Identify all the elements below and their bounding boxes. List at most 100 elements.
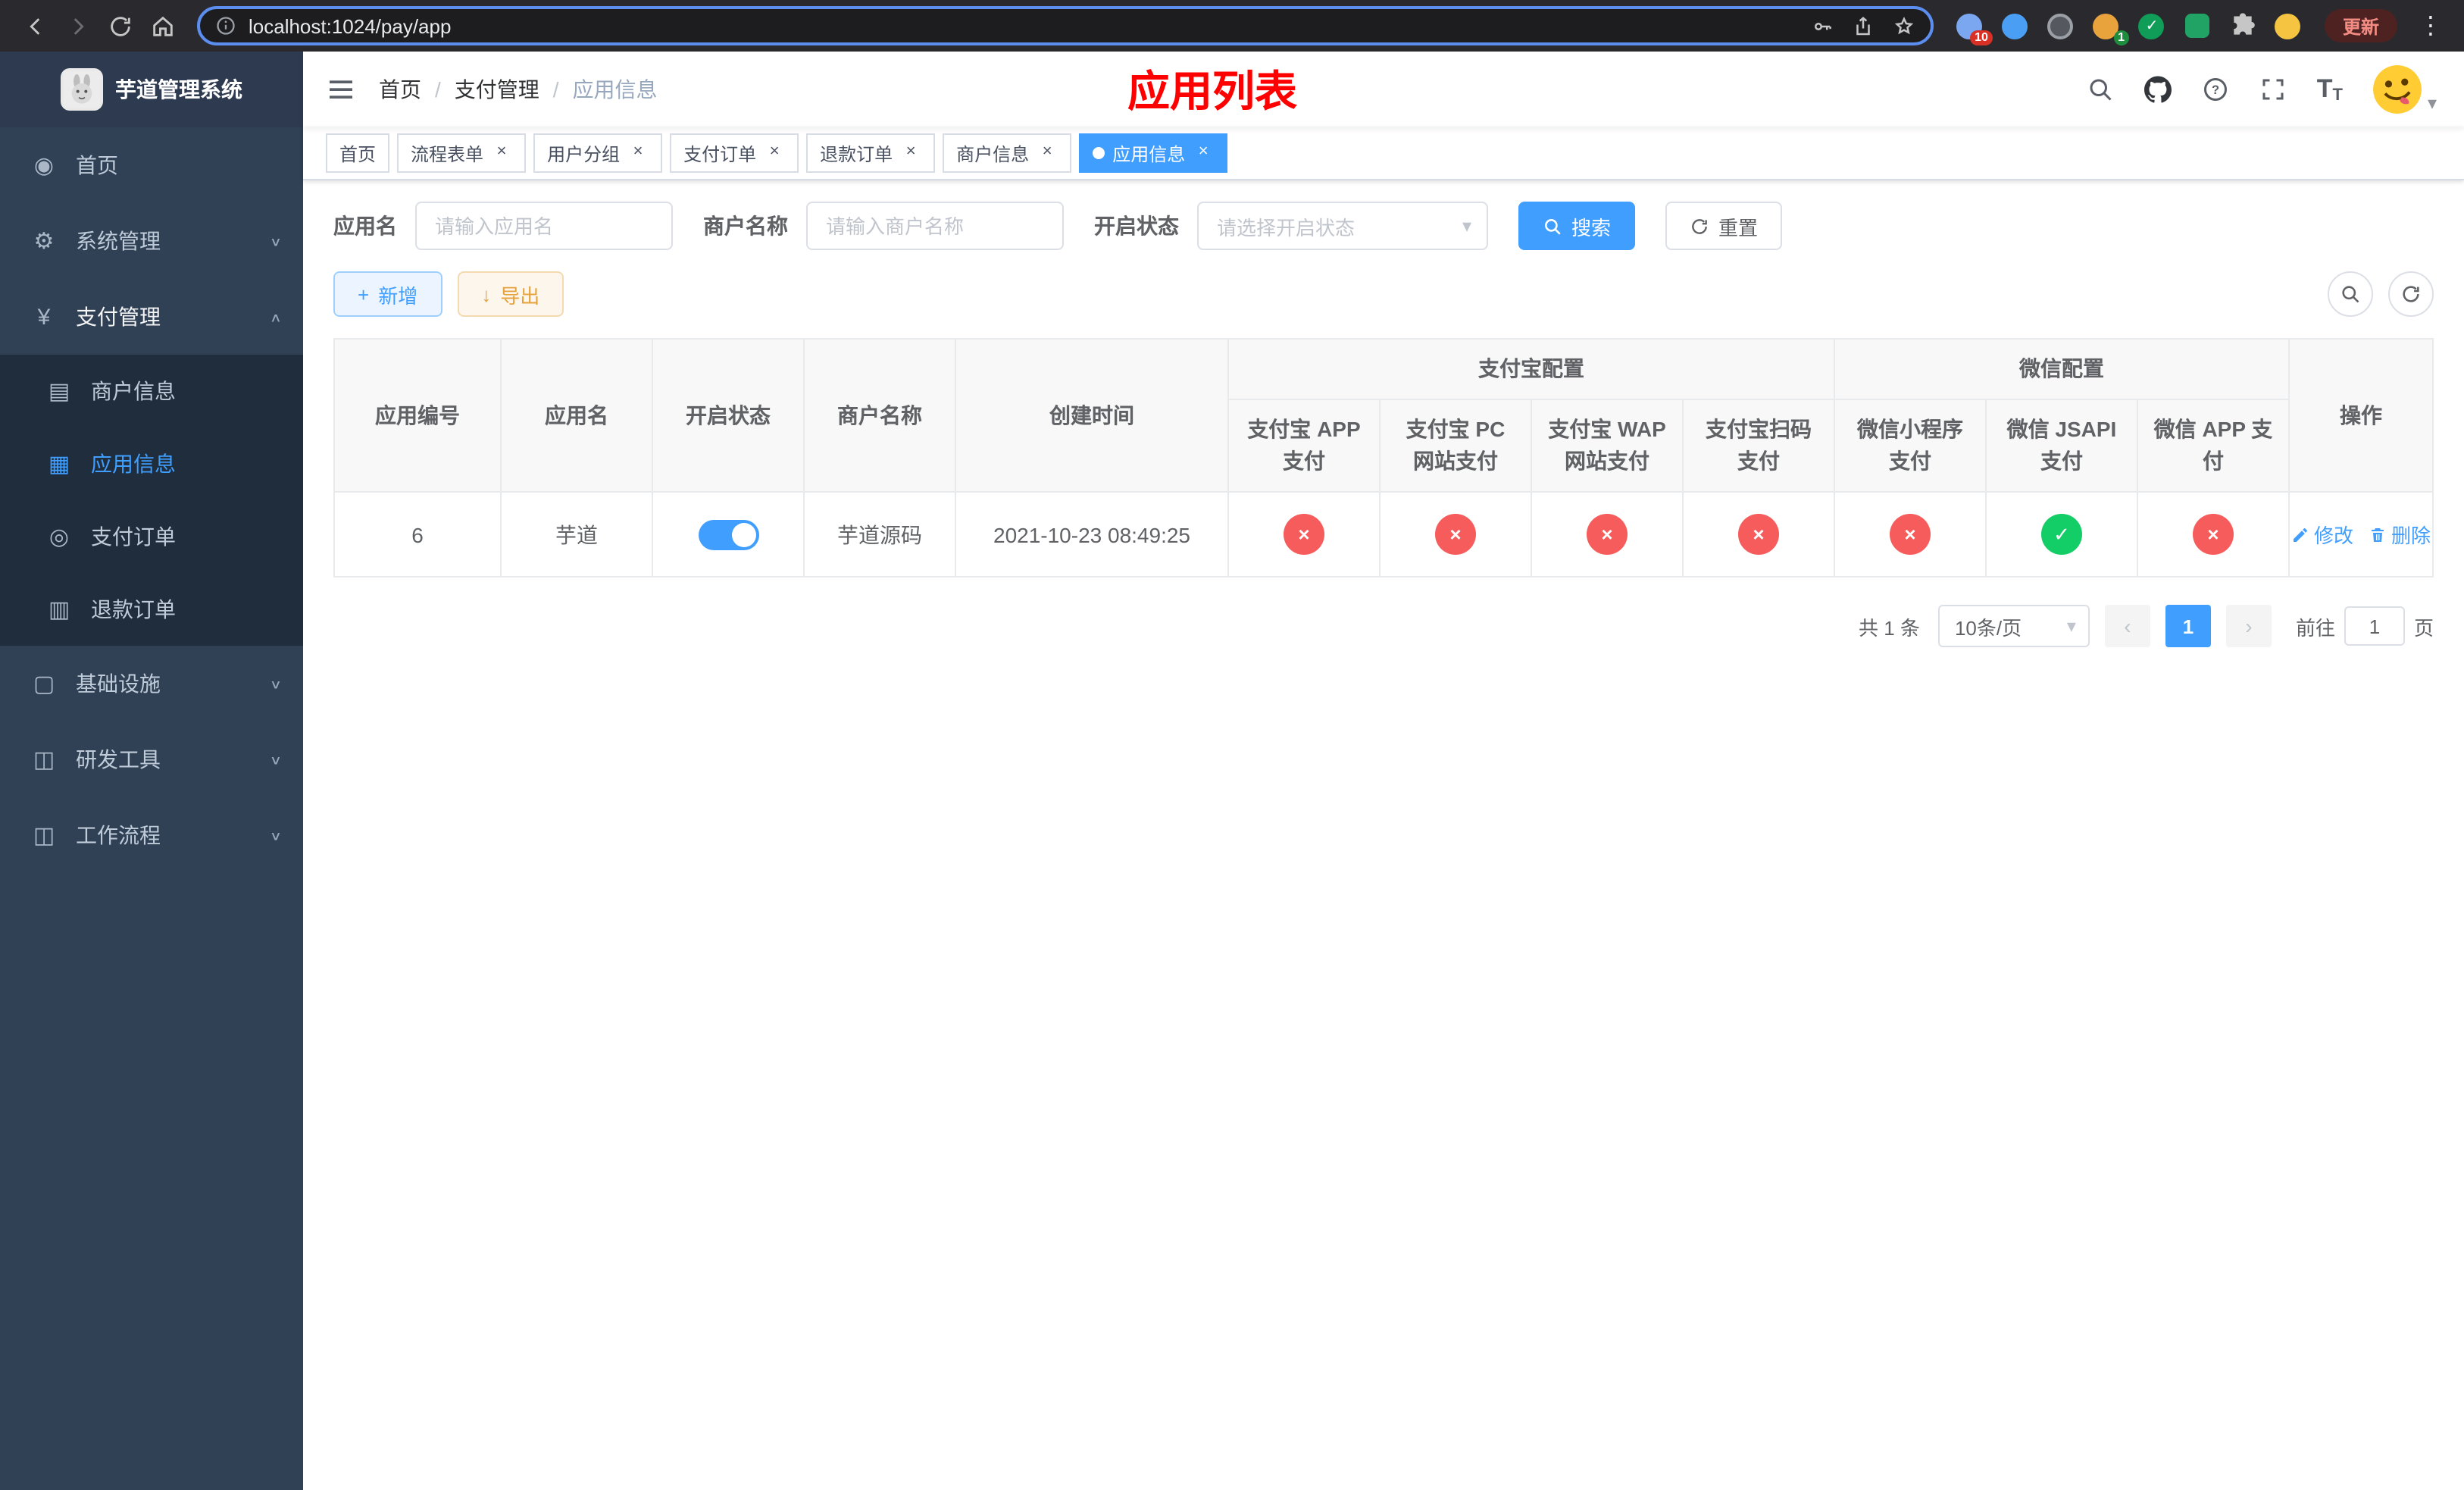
- export-button[interactable]: ↓ 导出: [457, 271, 564, 317]
- search-icon[interactable]: [2087, 76, 2114, 103]
- breadcrumb-separator: /: [552, 77, 559, 102]
- close-icon[interactable]: ×: [1037, 142, 1058, 164]
- address-bar[interactable]: localhost:1024/pay/app: [197, 6, 1934, 45]
- sidebar-item-label: 基础设施: [76, 671, 161, 696]
- bookmark-star-icon[interactable]: [1893, 14, 1915, 37]
- sidebar-item-merchant-info[interactable]: ▤ 商户信息: [0, 355, 303, 427]
- app-grid-icon: ▦: [48, 452, 70, 477]
- site-info-icon[interactable]: [215, 15, 236, 36]
- extension-icon-5[interactable]: ✓: [2137, 11, 2167, 41]
- font-size-big: T: [2316, 74, 2333, 103]
- breadcrumb-home[interactable]: 首页: [379, 74, 421, 105]
- trash-icon: [2372, 527, 2384, 541]
- chevron-down-icon: ∨: [269, 753, 282, 767]
- extensions-area: 10 1 ✓ 更新 ⋮: [1949, 9, 2449, 45]
- tab-app-info[interactable]: 应用信息 ×: [1079, 133, 1228, 173]
- tab-label: 商户信息: [956, 143, 1030, 164]
- user-menu[interactable]: ▾: [2372, 65, 2437, 114]
- chevron-up-icon: ∧: [269, 310, 282, 324]
- github-icon[interactable]: [2143, 76, 2172, 103]
- home-button[interactable]: [142, 6, 182, 45]
- tab-home[interactable]: 首页: [326, 133, 390, 173]
- close-icon[interactable]: ×: [900, 142, 921, 164]
- refresh-icon: [1692, 218, 1707, 233]
- pencil-icon: [2294, 527, 2307, 541]
- reset-button[interactable]: 重置: [1665, 202, 1783, 250]
- extension-icon-3[interactable]: [2046, 11, 2076, 41]
- refresh-table-button[interactable]: [2388, 271, 2434, 317]
- close-icon[interactable]: ×: [491, 142, 512, 164]
- status-select[interactable]: 请选择开启状态 ▾: [1197, 202, 1488, 250]
- close-icon[interactable]: ×: [627, 142, 649, 164]
- sidebar-item-app-info[interactable]: ▦ 应用信息: [0, 427, 303, 500]
- extension-icon-6[interactable]: [2182, 11, 2212, 41]
- tab-pay-order[interactable]: 支付订单 ×: [670, 133, 799, 173]
- status-cross-icon: ×: [1284, 514, 1324, 555]
- toggle-search-button[interactable]: [2328, 271, 2373, 317]
- sidebar-item-refund-order[interactable]: ▥ 退款订单: [0, 573, 303, 646]
- edit-link[interactable]: 修改: [2291, 520, 2353, 549]
- sidebar-item-pay-order[interactable]: ◎ 支付订单: [0, 500, 303, 573]
- delete-link[interactable]: 删除: [2369, 520, 2431, 549]
- tab-merchant-info[interactable]: 商户信息 ×: [943, 133, 1072, 173]
- caret-down-icon: ▾: [2066, 615, 2076, 637]
- hamburger-icon[interactable]: [303, 52, 379, 127]
- tags-view: 首页 流程表单 × 用户分组 × 支付订单 × 退款订单 × 商户信息 × 应用…: [303, 127, 2464, 180]
- logo-rabbit-icon: [61, 68, 103, 111]
- plus-icon: +: [358, 283, 370, 305]
- app-title: 芋道管理系统: [115, 77, 242, 102]
- breadcrumb: 首页 / 支付管理 / 应用信息: [379, 74, 658, 105]
- sidebar-item-home[interactable]: ◉ 首页: [0, 127, 303, 203]
- extension-icon-2[interactable]: [2000, 11, 2031, 41]
- font-size-small: T: [2332, 86, 2343, 105]
- app-name-input[interactable]: [415, 202, 673, 250]
- sidebar-item-workflow[interactable]: ◫ 工作流程 ∨: [0, 797, 303, 873]
- extension-icon-1[interactable]: 10: [1955, 11, 1993, 45]
- col-group-wechat: 微信配置: [1833, 338, 2290, 400]
- sidebar-item-dev-tools[interactable]: ◫ 研发工具 ∨: [0, 722, 303, 797]
- payment-submenu: ▤ 商户信息 ▦ 应用信息 ◎ 支付订单 ▥ 退款订单: [0, 355, 303, 646]
- cell-ops: 修改 删除: [2288, 491, 2434, 578]
- close-icon[interactable]: ×: [1193, 142, 1214, 164]
- prev-page-button[interactable]: ‹: [2104, 605, 2150, 647]
- fullscreen-icon[interactable]: [2259, 76, 2287, 103]
- chrome-menu-icon[interactable]: ⋮: [2412, 11, 2449, 41]
- chrome-update-button[interactable]: 更新: [2324, 9, 2397, 42]
- share-icon[interactable]: [1852, 14, 1875, 37]
- back-button[interactable]: [15, 6, 55, 45]
- avatar-extension-icon[interactable]: [2273, 11, 2303, 41]
- cell-created: 2021-10-23 08:49:25: [955, 491, 1229, 578]
- status-toggle[interactable]: [698, 519, 758, 549]
- sidebar-item-system[interactable]: ⚙ 系统管理 ∨: [0, 203, 303, 279]
- sidebar-item-payment[interactable]: ¥ 支付管理 ∧: [0, 279, 303, 355]
- merchant-name-input[interactable]: [806, 202, 1064, 250]
- export-button-label: 导出: [500, 284, 540, 307]
- password-key-icon[interactable]: [1811, 14, 1834, 37]
- search-button[interactable]: 搜索: [1518, 202, 1636, 250]
- close-icon[interactable]: ×: [764, 142, 785, 164]
- breadcrumb-section[interactable]: 支付管理: [455, 74, 539, 105]
- tab-refund-order[interactable]: 退款订单 ×: [806, 133, 936, 173]
- goto-page-input[interactable]: [2344, 606, 2405, 646]
- forward-button[interactable]: [58, 6, 97, 45]
- navbar-actions: ? TT ▾: [2087, 65, 2464, 114]
- status-select-placeholder: 请选择开启状态: [1217, 216, 1356, 239]
- tab-user-group[interactable]: 用户分组 ×: [533, 133, 663, 173]
- profile-extension-icon[interactable]: 1: [2091, 11, 2129, 45]
- tab-process-form[interactable]: 流程表单 ×: [397, 133, 527, 173]
- page-size-select[interactable]: 10条/页 ▾: [1937, 605, 2090, 647]
- sidebar: 芋道管理系统 ◉ 首页 ⚙ 系统管理 ∨ ¥ 支付管理 ∧ ▤ 商户信息 ▦ 应…: [0, 52, 303, 1490]
- sidebar-item-label: 首页: [76, 153, 118, 177]
- sidebar-item-label: 支付管理: [76, 305, 161, 329]
- refresh-button[interactable]: [100, 6, 139, 45]
- avatar[interactable]: [2372, 65, 2422, 114]
- sidebar-item-label: 支付订单: [91, 524, 176, 549]
- page-number-1[interactable]: 1: [2165, 605, 2211, 647]
- sidebar-item-infrastructure[interactable]: ▢ 基础设施 ∨: [0, 646, 303, 722]
- extensions-puzzle-icon[interactable]: [2228, 11, 2258, 41]
- next-page-button[interactable]: ›: [2225, 605, 2272, 647]
- font-size-icon[interactable]: TT: [2317, 74, 2343, 105]
- add-button[interactable]: + 新增: [333, 271, 442, 317]
- goto-prefix: 前往: [2295, 616, 2335, 639]
- help-icon[interactable]: ?: [2202, 76, 2229, 103]
